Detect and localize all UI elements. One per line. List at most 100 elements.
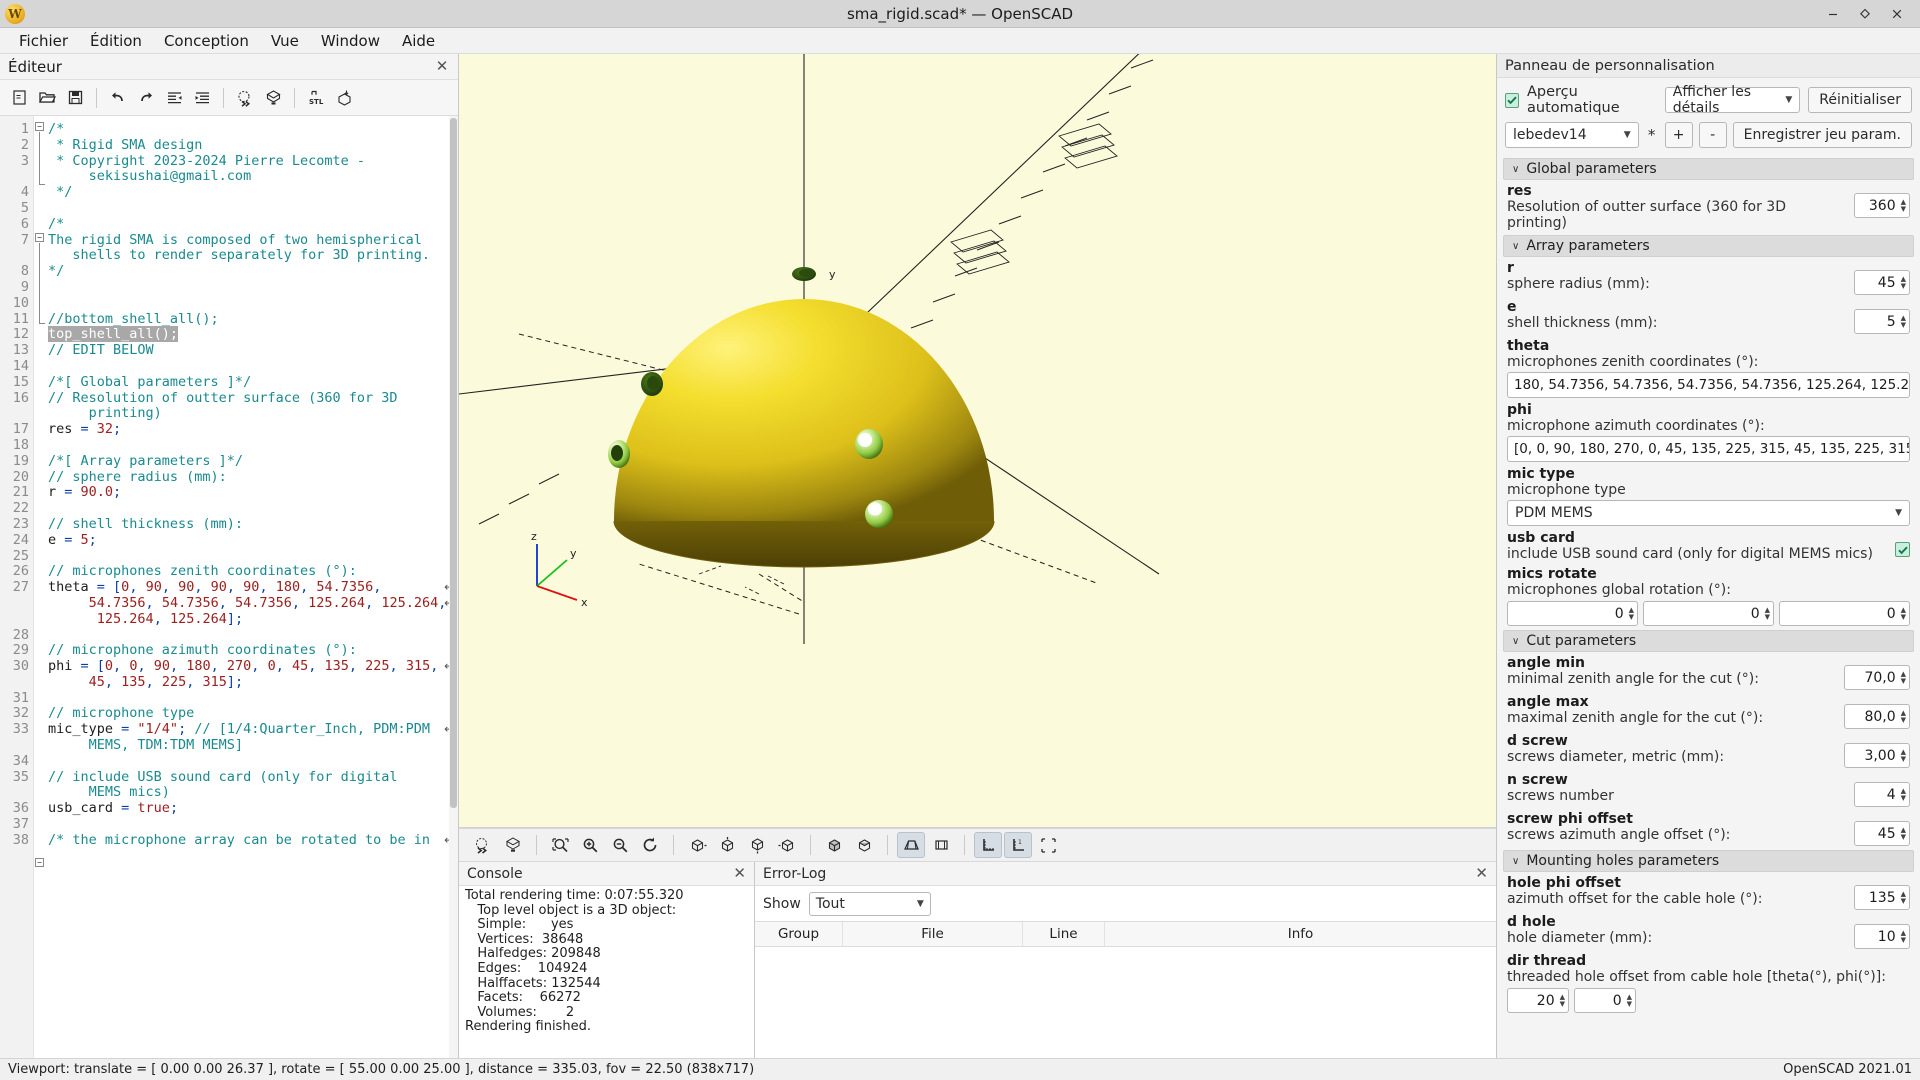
fold-column[interactable]: − − −	[34, 116, 46, 1058]
export-stl-icon[interactable]: STL	[303, 85, 329, 111]
code-line[interactable]: MEMS mics)	[46, 785, 458, 801]
param-spinbox[interactable]: 5 ▲ ▼	[1854, 309, 1910, 334]
code-line[interactable]: */	[46, 184, 458, 201]
code-line[interactable]	[46, 296, 458, 312]
fold-marker-3[interactable]: −	[35, 858, 44, 867]
code-line[interactable]: 45, 135, 225, 315];	[46, 674, 458, 691]
render-icon[interactable]	[499, 832, 527, 858]
code-line[interactable]: res = 32;	[46, 421, 458, 438]
spinner-arrows-icon[interactable]: ▲ ▼	[1901, 827, 1906, 841]
param-spinbox[interactable]: 4 ▲ ▼	[1854, 782, 1910, 807]
spinner-arrows-icon[interactable]: ▲ ▼	[1901, 199, 1906, 213]
spinner-arrows-icon[interactable]: ▲ ▼	[1901, 788, 1906, 802]
error-log-rows[interactable]	[755, 947, 1496, 1058]
minimize-icon[interactable]	[1824, 5, 1842, 23]
preview-icon[interactable]	[232, 85, 258, 111]
add-preset-button[interactable]: +	[1664, 122, 1693, 148]
menu-edition[interactable]: Édition	[79, 29, 153, 53]
spinner-arrows-icon[interactable]: ▲ ▼	[1901, 671, 1906, 685]
param-group-header[interactable]: ∨ Cut parameters	[1503, 630, 1914, 652]
code-line[interactable]: theta = [0, 90, 90, 90, 90, 180, 54.7356…	[46, 579, 458, 596]
zoom-out-icon[interactable]	[606, 832, 634, 858]
code-line[interactable]	[46, 438, 458, 454]
param-group-header[interactable]: ∨ Global parameters	[1503, 158, 1914, 180]
code-line[interactable]: // microphone azimuth coordinates (°):	[46, 642, 458, 659]
code-line[interactable]: /*	[46, 216, 458, 233]
code-line[interactable]: // sphere radius (mm):	[46, 469, 458, 486]
code-line[interactable]	[46, 201, 458, 217]
code-line[interactable]: 125.264, 125.264];	[46, 611, 458, 628]
error-log-filter-select[interactable]: Tout ▼	[808, 892, 931, 916]
view-front-icon[interactable]	[820, 832, 848, 858]
reset-view-icon[interactable]	[636, 832, 664, 858]
param-spinbox[interactable]: 45 ▲ ▼	[1854, 821, 1910, 846]
code-line[interactable]: // microphones zenith coordinates (°):	[46, 563, 458, 580]
code-line[interactable]: mic_type = "1/4"; // [1/4:Quarter_Inch, …	[46, 721, 458, 738]
code-line[interactable]: 54.7356, 54.7356, 54.7356, 125.264, 125.…	[46, 595, 458, 612]
spinner-arrows-icon[interactable]: ▲ ▼	[1765, 607, 1770, 621]
param-spinbox[interactable]: 0 ▲ ▼	[1507, 601, 1638, 626]
undo-icon[interactable]	[105, 85, 131, 111]
error-log-close-icon[interactable]: ✕	[1475, 866, 1488, 881]
param-spinbox[interactable]: 20 ▲ ▼	[1507, 988, 1569, 1013]
spinner-arrows-icon[interactable]: ▲ ▼	[1901, 315, 1906, 329]
code-line[interactable]	[46, 691, 458, 707]
code-line[interactable]: // shell thickness (mm):	[46, 516, 458, 533]
param-spinbox[interactable]: 135 ▲ ▼	[1854, 885, 1910, 910]
indent-icon[interactable]	[189, 85, 215, 111]
param-spinbox[interactable]: 45 ▲ ▼	[1854, 270, 1910, 295]
code-line[interactable]: r = 90.0;	[46, 484, 458, 501]
redo-icon[interactable]	[133, 85, 159, 111]
code-line[interactable]	[46, 549, 458, 565]
code-line[interactable]: phi = [0, 0, 90, 180, 270, 0, 45, 135, 2…	[46, 658, 458, 675]
code-line[interactable]: shells to render separately for 3D print…	[46, 247, 458, 264]
param-spinbox[interactable]: 70,0 ▲ ▼	[1844, 665, 1910, 690]
orthogonal-icon[interactable]	[927, 832, 955, 858]
close-icon[interactable]	[1888, 5, 1906, 23]
column-group[interactable]: Group	[755, 922, 843, 946]
view-top-icon[interactable]	[713, 832, 741, 858]
param-spinbox[interactable]: 0 ▲ ▼	[1574, 988, 1636, 1013]
show-crosshairs-icon[interactable]	[1034, 832, 1062, 858]
param-spinbox[interactable]: 10 ▲ ▼	[1854, 924, 1910, 949]
code-line[interactable]: top_shell_all();	[46, 326, 458, 343]
param-text-input[interactable]: [0, 0, 90, 180, 270, 0, 45, 135, 225, 31…	[1507, 436, 1910, 462]
param-spinbox[interactable]: 80,0 ▲ ▼	[1844, 704, 1910, 729]
param-spinbox[interactable]: 3,00 ▲ ▼	[1844, 743, 1910, 768]
code-line[interactable]: // Resolution of outter surface (360 for…	[46, 390, 458, 407]
remove-preset-button[interactable]: -	[1698, 122, 1727, 148]
code-text[interactable]: /* * Rigid SMA design * Copyright 2023-2…	[46, 116, 458, 1058]
param-group-header[interactable]: ∨ Array parameters	[1503, 235, 1914, 257]
param-spinbox[interactable]: 0 ▲ ▼	[1779, 601, 1910, 626]
code-line[interactable]: The rigid SMA is composed of two hemisph…	[46, 232, 458, 249]
export-3d-icon[interactable]	[331, 85, 357, 111]
perspective-icon[interactable]	[897, 832, 925, 858]
preset-select[interactable]: lebedev14 ▼	[1505, 122, 1639, 148]
preview-icon[interactable]	[469, 832, 497, 858]
editor-scrollbar[interactable]	[449, 116, 458, 1058]
code-line[interactable]: * Rigid SMA design	[46, 137, 458, 154]
spinner-arrows-icon[interactable]: ▲ ▼	[1901, 930, 1906, 944]
param-checkbox[interactable]	[1895, 542, 1910, 557]
auto-preview-checkbox[interactable]	[1505, 92, 1519, 108]
editor-scrollbar-thumb[interactable]	[450, 118, 457, 808]
param-spinbox[interactable]: 360 ▲ ▼	[1854, 193, 1910, 218]
fold-marker-1[interactable]: −	[35, 122, 44, 131]
menu-vue[interactable]: Vue	[260, 29, 310, 53]
show-axes-icon[interactable]	[974, 832, 1002, 858]
code-line[interactable]	[46, 501, 458, 517]
customizer-parameters[interactable]: ∨ Global parameters res Resolution of outte…	[1497, 155, 1920, 1058]
new-file-icon[interactable]	[6, 85, 32, 111]
spinner-arrows-icon[interactable]: ▲ ▼	[1627, 994, 1632, 1008]
column-info[interactable]: Info	[1105, 922, 1496, 946]
code-line[interactable]	[46, 628, 458, 644]
menu-aide[interactable]: Aide	[391, 29, 446, 53]
code-line[interactable]: // EDIT BELOW	[46, 342, 458, 359]
open-file-icon[interactable]	[34, 85, 60, 111]
code-line[interactable]: MEMS, TDM:TDM MEMS]	[46, 737, 458, 754]
save-file-icon[interactable]	[62, 85, 88, 111]
spinner-arrows-icon[interactable]: ▲ ▼	[1901, 607, 1906, 621]
3d-viewport[interactable]: y z y x	[459, 54, 1496, 828]
console-close-icon[interactable]: ✕	[733, 866, 746, 881]
code-line[interactable]: sekisushai@gmail.com	[46, 168, 458, 185]
